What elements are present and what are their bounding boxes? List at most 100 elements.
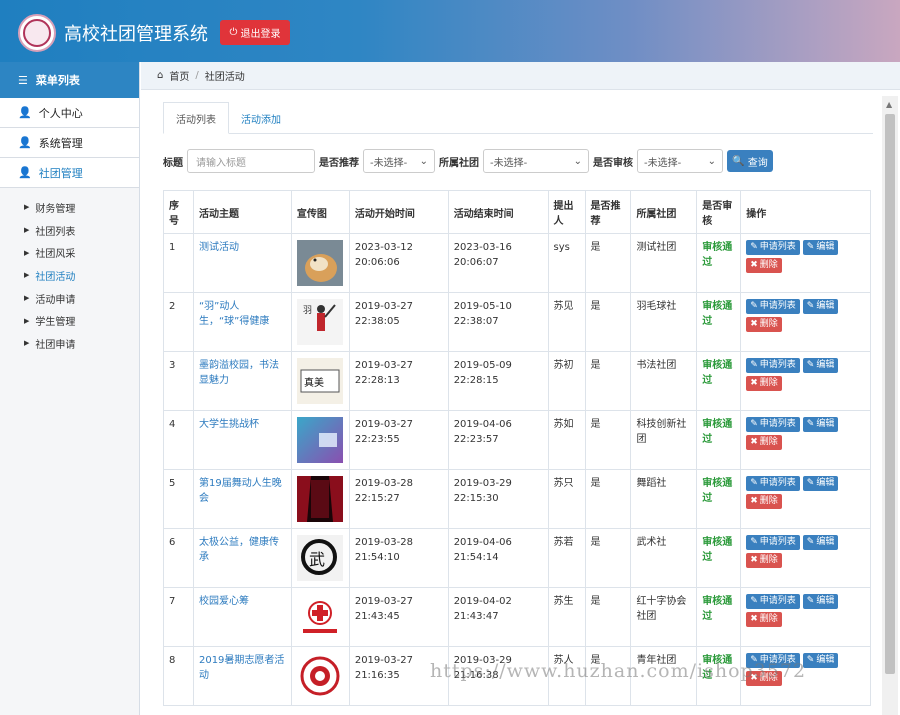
- power-icon: ⏻: [229, 27, 238, 38]
- close-icon: ✖: [750, 437, 758, 447]
- activity-topic-link[interactable]: 校园爱心筹: [199, 596, 249, 607]
- apply-list-button[interactable]: ✎ 申请列表: [746, 535, 800, 550]
- poster-image[interactable]: 羽: [290, 292, 350, 352]
- apply-list-button[interactable]: ✎ 申请列表: [746, 417, 800, 432]
- user-icon: 👤: [18, 106, 32, 119]
- audit-select[interactable]: -未选择- ⌄: [637, 149, 723, 173]
- poster-image[interactable]: 武: [290, 528, 350, 588]
- poster-image[interactable]: [290, 587, 350, 647]
- activity-topic-link[interactable]: 测试活动: [199, 242, 239, 253]
- table-header-row: 序号 活动主题 宣传图 活动开始时间 活动结束时间 提出人 是否推荐 所属社团 …: [163, 190, 871, 234]
- edit-button[interactable]: ✎ 编辑: [802, 476, 839, 491]
- svg-text:真美: 真美: [304, 376, 324, 389]
- edit-button[interactable]: ✎ 编辑: [802, 535, 839, 550]
- poster-image[interactable]: [290, 410, 350, 470]
- breadcrumb-home[interactable]: 首页: [169, 68, 189, 83]
- activity-topic-link[interactable]: “羽”动人生，“球”得健康: [199, 301, 269, 327]
- close-icon: ✖: [750, 496, 758, 506]
- pencil-icon: ✎: [806, 478, 815, 488]
- cell-club: 武术社: [630, 528, 698, 588]
- sidebar-subitem-club-list[interactable]: ▶ 社团列表: [0, 219, 139, 242]
- delete-button[interactable]: ✖ 删除: [746, 612, 782, 627]
- sidebar-subitem-club-apply[interactable]: ▶ 社团申请: [0, 332, 139, 355]
- sidebar-item-system-management[interactable]: 👤 系统管理: [0, 128, 139, 158]
- breadcrumb: ⌂ 首页 / 社团活动: [141, 62, 900, 90]
- activity-topic-link[interactable]: 太极公益，健康传承: [199, 537, 279, 563]
- user-icon: 👤: [18, 166, 32, 179]
- apply-list-button[interactable]: ✎ 申请列表: [746, 358, 800, 373]
- caret-right-icon: ▶: [24, 339, 30, 348]
- pencil-icon: ✎: [806, 419, 815, 429]
- app-title: 高校社团管理系统: [64, 24, 208, 45]
- edit-button[interactable]: ✎ 编辑: [802, 653, 839, 668]
- table-row: 4 大学生挑战杯 2019-03-27 22:23:55 2019-04-06 22:…: [163, 410, 871, 470]
- title-search-input[interactable]: 请输入标题: [187, 149, 315, 173]
- club-select[interactable]: -未选择- ⌄: [483, 149, 589, 173]
- row-actions: ✎ 申请列表 ✎ 编辑 ✖ 删除: [746, 594, 865, 627]
- close-icon: ✖: [750, 319, 758, 329]
- poster-image[interactable]: [290, 233, 350, 293]
- cell-recommend: 是: [584, 528, 632, 588]
- col-header-recommend: 是否推荐: [584, 190, 632, 234]
- activity-topic-link[interactable]: 墨韵溢校园，书法显魅力: [199, 360, 279, 386]
- sidebar-item-personal-center[interactable]: 👤 个人中心: [0, 98, 139, 128]
- query-button[interactable]: 🔍 查询: [727, 150, 773, 172]
- apply-list-button[interactable]: ✎ 申请列表: [746, 476, 800, 491]
- sidebar-subitem-club-showcase[interactable]: ▶ 社团风采: [0, 241, 139, 264]
- edit-button[interactable]: ✎ 编辑: [802, 417, 839, 432]
- cell-proposer: 苏若: [547, 528, 586, 588]
- sidebar-item-club-management[interactable]: 👤 社团管理: [0, 158, 139, 188]
- sidebar-subitem-activity-apply[interactable]: ▶ 活动申请: [0, 287, 139, 310]
- chevron-down-icon: ⌄: [573, 155, 582, 167]
- table-row: 5 第19届舞动人生晚会 2019-03-28 22:15:27 2019-03-29…: [163, 469, 871, 529]
- cell-end-time: 2019-03-29 22:15:30: [447, 469, 549, 529]
- recommend-select[interactable]: -未选择- ⌄: [363, 149, 435, 173]
- logout-button[interactable]: ⏻ 退出登录: [220, 20, 290, 45]
- caret-right-icon: ▶: [24, 226, 30, 235]
- row-actions: ✎ 申请列表 ✎ 编辑 ✖ 删除: [746, 240, 865, 273]
- vertical-scrollbar[interactable]: ▲: [882, 96, 898, 715]
- activity-topic-link[interactable]: 2019暑期志愿者活动: [199, 655, 284, 681]
- pencil-icon: ✎: [750, 596, 758, 606]
- sidebar: ☰ 菜单列表 👤 个人中心 👤 系统管理 👤 社团管理 ▶ 财务管理 ▶ 社团列表 …: [0, 62, 140, 715]
- tab-activity-add[interactable]: 活动添加: [229, 102, 293, 134]
- apply-list-button[interactable]: ✎ 申请列表: [746, 594, 800, 609]
- delete-button[interactable]: ✖ 删除: [746, 317, 782, 332]
- apply-list-button[interactable]: ✎ 申请列表: [746, 240, 800, 255]
- sidebar-subitem-club-activities[interactable]: ▶ 社团活动: [0, 264, 139, 287]
- sidebar-subitem-finance[interactable]: ▶ 财务管理: [0, 196, 139, 219]
- edit-button[interactable]: ✎ 编辑: [802, 240, 839, 255]
- activity-topic-link[interactable]: 大学生挑战杯: [199, 419, 259, 430]
- activity-topic-link[interactable]: 第19届舞动人生晚会: [199, 478, 282, 504]
- row-actions: ✎ 申请列表 ✎ 编辑 ✖ 删除: [746, 476, 865, 509]
- pencil-icon: ✎: [806, 301, 815, 311]
- delete-button[interactable]: ✖ 删除: [746, 258, 782, 273]
- breadcrumb-separator: /: [195, 70, 199, 81]
- delete-button[interactable]: ✖ 删除: [746, 494, 782, 509]
- sidebar-subitem-student-management[interactable]: ▶ 学生管理: [0, 309, 139, 332]
- col-header-poster: 宣传图: [290, 190, 350, 234]
- col-header-start: 活动开始时间: [348, 190, 449, 234]
- row-actions: ✎ 申请列表 ✎ 编辑 ✖ 删除: [746, 417, 865, 450]
- cell-club: 红十字协会社团: [630, 587, 698, 647]
- poster-image[interactable]: 真美: [290, 351, 350, 411]
- menu-header: ☰ 菜单列表: [0, 62, 139, 98]
- pencil-icon: ✎: [750, 478, 758, 488]
- delete-button[interactable]: ✖ 删除: [746, 435, 782, 450]
- delete-button[interactable]: ✖ 删除: [746, 553, 782, 568]
- scrollbar-thumb[interactable]: [885, 114, 895, 674]
- edit-button[interactable]: ✎ 编辑: [802, 299, 839, 314]
- edit-button[interactable]: ✎ 编辑: [802, 358, 839, 373]
- scroll-up-icon[interactable]: ▲: [886, 100, 892, 109]
- apply-list-button[interactable]: ✎ 申请列表: [746, 299, 800, 314]
- poster-image[interactable]: [290, 646, 350, 706]
- tab-activity-list[interactable]: 活动列表: [163, 102, 229, 134]
- pencil-icon: ✎: [806, 242, 815, 252]
- poster-image[interactable]: [290, 469, 350, 529]
- status-badge: 审核通过: [702, 537, 733, 563]
- delete-button[interactable]: ✖ 删除: [746, 376, 782, 391]
- cell-end-time: 2019-04-02 21:43:47: [447, 587, 549, 647]
- cell-club: 羽毛球社: [630, 292, 698, 352]
- title-filter-label: 标题: [163, 157, 183, 169]
- edit-button[interactable]: ✎ 编辑: [802, 594, 839, 609]
